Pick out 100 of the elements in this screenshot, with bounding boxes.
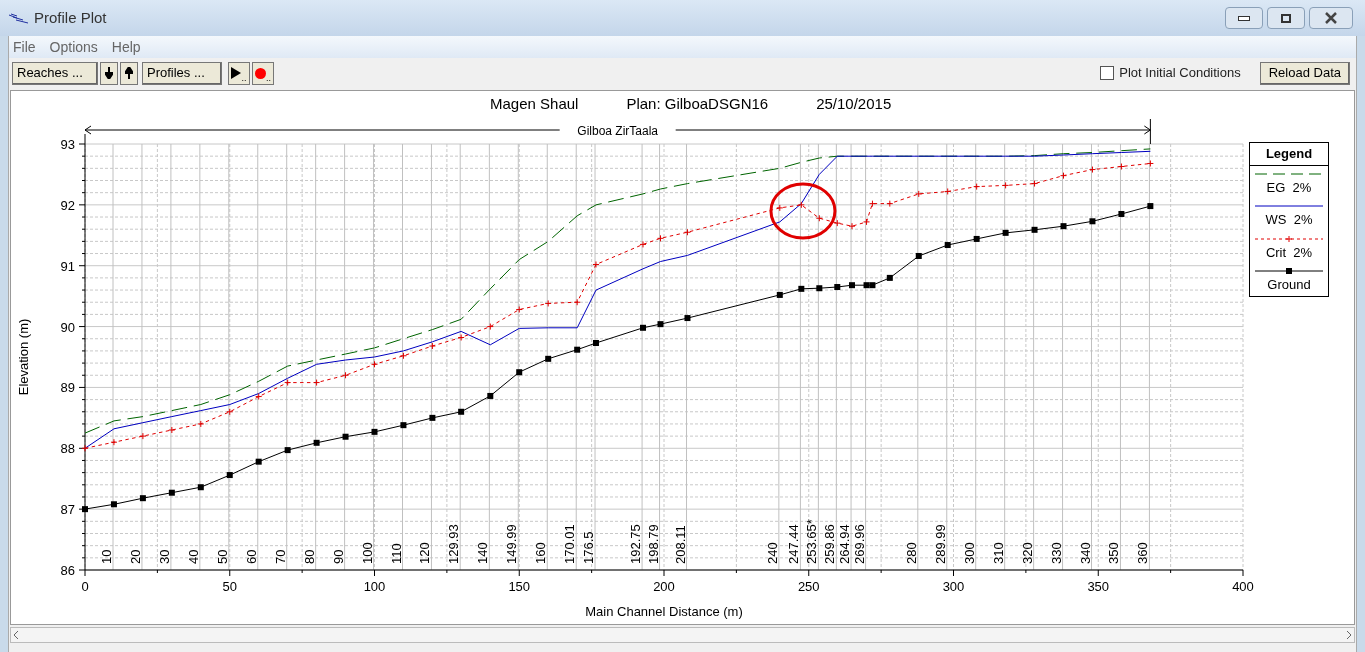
point: [833, 219, 841, 227]
reload-data-button[interactable]: Reload Data: [1259, 61, 1350, 85]
plot-initial-conditions-checkbox[interactable]: [1100, 66, 1115, 80]
point: [371, 428, 378, 435]
x-tick-label: 100: [363, 579, 386, 594]
menu-item[interactable]: File: [13, 36, 36, 58]
point: [486, 323, 494, 331]
station-label: 269.96: [851, 524, 867, 564]
point: [1031, 226, 1038, 233]
record-button[interactable]: ..: [252, 61, 274, 85]
station-label: 259.86: [822, 524, 838, 564]
close-button[interactable]: [1309, 7, 1353, 29]
station-label: 280: [903, 542, 919, 564]
point: [197, 484, 204, 491]
point: [110, 438, 118, 446]
station-label: 160: [533, 542, 549, 564]
point: [342, 433, 349, 440]
legend-line-icon: [1255, 267, 1323, 275]
plot-title: 25/10/2015: [816, 94, 892, 114]
arrow-up-icon: [125, 67, 133, 79]
minimize-button[interactable]: [1225, 7, 1263, 29]
station-label: 40: [185, 549, 201, 564]
horizontal-scrollbar[interactable]: [10, 627, 1355, 643]
station-label: 240: [764, 542, 780, 564]
checkbox-label: Plot Initial Conditions: [1119, 64, 1241, 83]
point: [313, 379, 321, 387]
legend-label: Crit 2%: [1265, 243, 1313, 262]
play-icon: [231, 67, 242, 79]
reach-name: Gilboa ZirTaala: [577, 124, 659, 138]
station-label: 198.79: [645, 524, 661, 564]
point: [915, 190, 923, 198]
point: [400, 422, 407, 429]
reaches-button[interactable]: Reaches ...: [12, 61, 98, 85]
y-axis-title: Elevation (m): [16, 318, 31, 396]
point: [815, 214, 823, 222]
arrow-down-icon: [105, 67, 113, 79]
station-label: 90: [330, 549, 346, 564]
x-tick-label: 300: [942, 579, 965, 594]
station-label: 320: [1019, 542, 1035, 564]
station-label: 50: [214, 549, 230, 564]
point: [110, 501, 117, 508]
point: [592, 340, 599, 346]
point: [139, 432, 147, 440]
point: [776, 291, 783, 298]
station-label: 253.65*: [804, 519, 820, 564]
play-button[interactable]: ..: [228, 61, 250, 85]
menu-item[interactable]: Help: [111, 36, 141, 58]
point: [797, 201, 805, 209]
station-label: 330: [1048, 542, 1064, 564]
y-tick-label: 91: [60, 258, 75, 274]
close-icon: [1324, 12, 1338, 24]
x-tick-label: 50: [222, 579, 237, 594]
point: [657, 234, 664, 242]
app-icon: [8, 12, 30, 24]
station-label: 264.94: [837, 524, 853, 564]
point: [515, 306, 523, 314]
point: [863, 218, 871, 226]
point: [816, 285, 823, 292]
x-tick-label: 0: [81, 579, 89, 594]
station-label: 340: [1077, 542, 1093, 564]
legend-label: EG 2%: [1266, 178, 1312, 197]
move-down-button[interactable]: [100, 61, 118, 85]
legend-title: Legend: [1250, 143, 1328, 166]
x-axis-title: Main Channel Distance (m): [585, 604, 743, 619]
point: [834, 284, 841, 291]
point: [1031, 180, 1039, 188]
point: [1060, 223, 1067, 230]
profiles-button[interactable]: Profiles ...: [142, 61, 222, 85]
point: [944, 242, 951, 249]
maximize-button[interactable]: [1267, 7, 1305, 29]
legend-line-icon: [1255, 234, 1323, 243]
point: [226, 408, 234, 416]
point: [657, 321, 664, 328]
station-label: 120: [417, 542, 433, 564]
x-tick-label: 400: [1232, 579, 1254, 594]
menu-item[interactable]: Options: [49, 36, 98, 58]
point: [1002, 229, 1009, 236]
point: [197, 420, 205, 428]
station-label: 289.99: [932, 524, 948, 564]
point: [684, 315, 691, 322]
point: [798, 285, 805, 292]
point: [1060, 172, 1068, 180]
point: [640, 324, 647, 331]
point: [592, 261, 600, 268]
point: [313, 439, 320, 446]
point: [886, 200, 894, 208]
point: [168, 489, 175, 496]
point: [429, 414, 436, 421]
point: [973, 235, 980, 242]
legend-label: Ground: [1267, 276, 1311, 294]
point: [1147, 203, 1154, 210]
move-up-button[interactable]: [120, 61, 138, 85]
station-label: 110: [388, 543, 404, 564]
y-tick-label: 92: [60, 197, 75, 213]
plot-title: Magen Shaul: [490, 94, 579, 114]
point: [886, 274, 893, 281]
scroll-right-icon[interactable]: [1344, 630, 1354, 640]
station-label: 360: [1135, 542, 1151, 564]
y-tick-label: 90: [60, 319, 75, 335]
scroll-left-icon[interactable]: [11, 630, 21, 640]
